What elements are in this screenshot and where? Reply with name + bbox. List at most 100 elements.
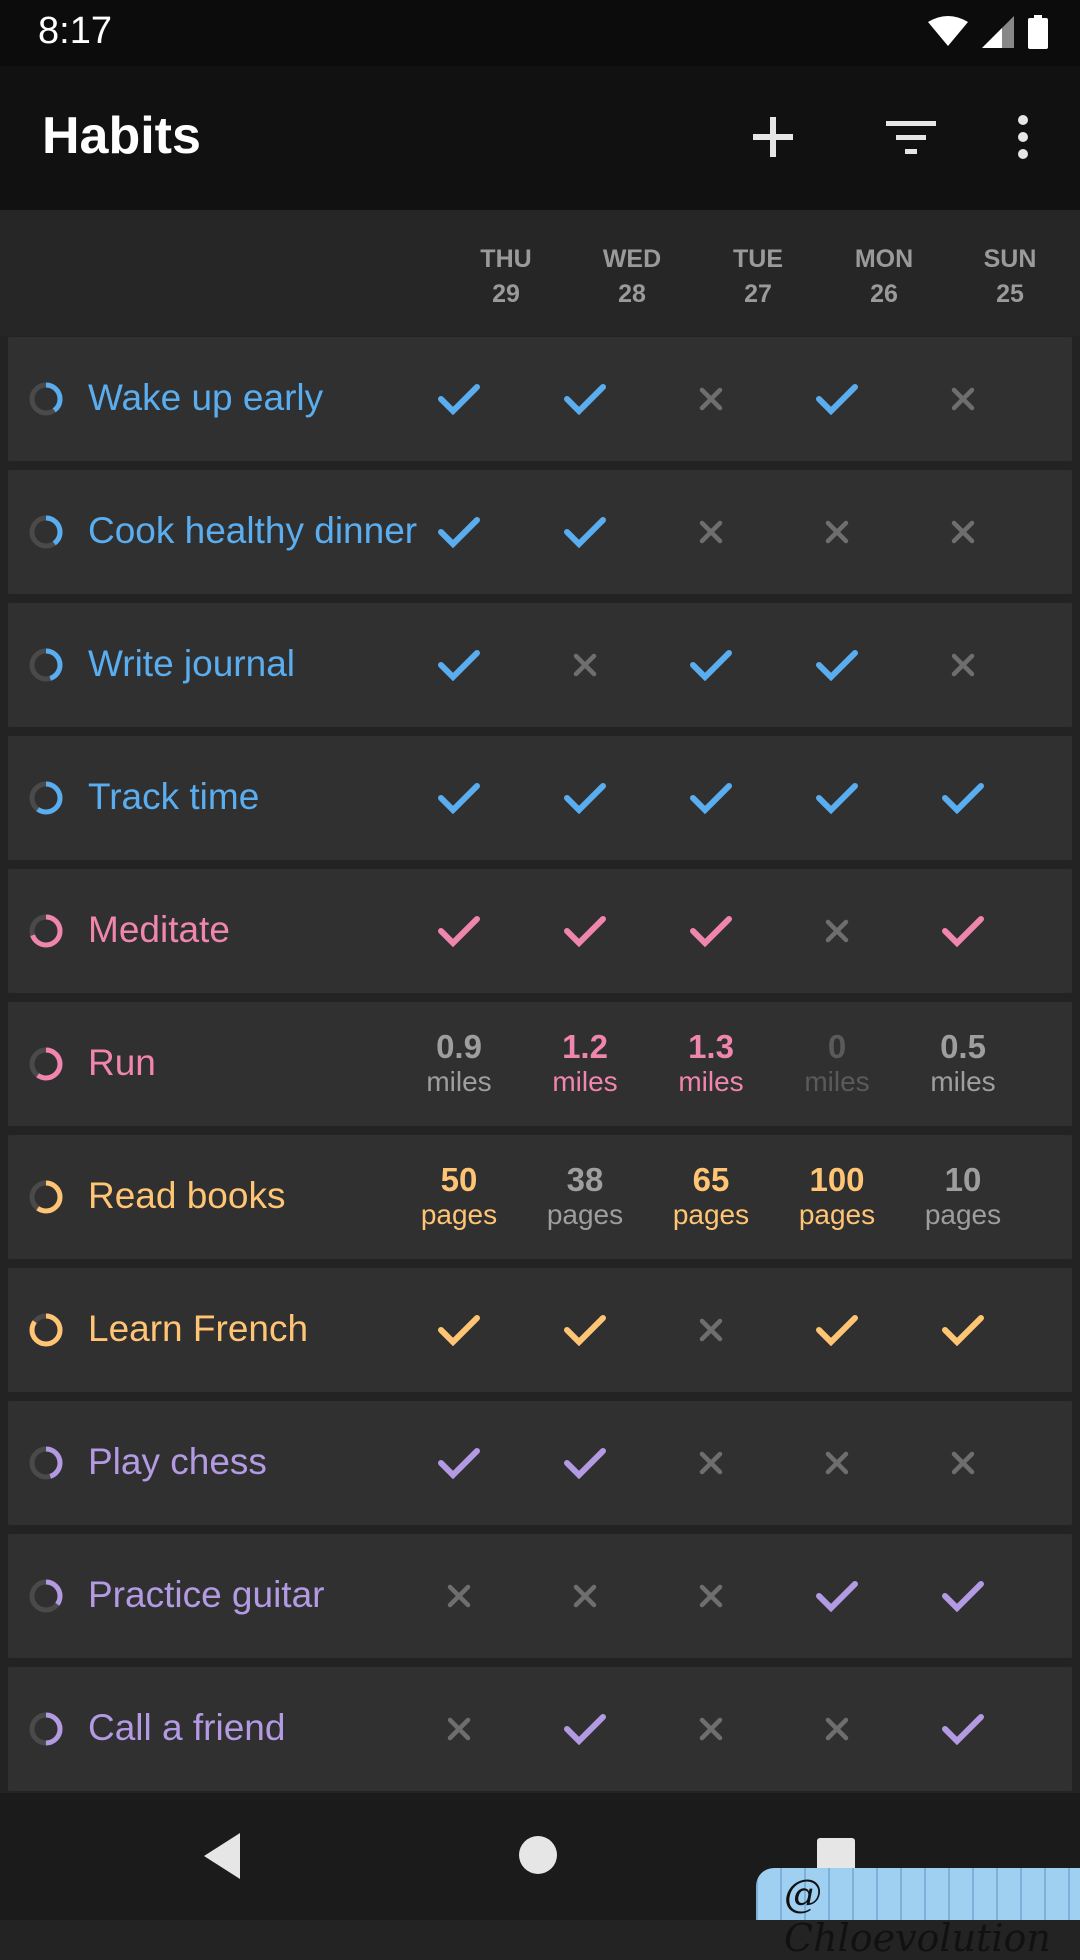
check-icon (438, 1315, 480, 1346)
more-options-button[interactable] (988, 102, 1058, 172)
habit-day-cell[interactable] (908, 1423, 1018, 1503)
day-header-row: THU 29 WED 28 TUE 27 MON 26 SUN 25 (0, 210, 1080, 336)
habit-day-cell[interactable] (530, 891, 640, 971)
habit-day-cell[interactable] (656, 1689, 766, 1769)
habit-name: Meditate (88, 909, 230, 950)
habit-day-cell[interactable]: 0 miles (782, 1024, 892, 1104)
check-icon (816, 384, 858, 415)
habit-day-cell[interactable] (404, 1556, 514, 1636)
habit-day-cell[interactable] (782, 1423, 892, 1503)
habit-day-cell[interactable] (656, 1556, 766, 1636)
habit-day-cell[interactable] (530, 359, 640, 439)
habit-day-cell[interactable] (782, 891, 892, 971)
check-icon (564, 1448, 606, 1479)
habit-day-cell[interactable] (404, 359, 514, 439)
habit-day-cell[interactable] (908, 359, 1018, 439)
habit-day-cell[interactable] (404, 1290, 514, 1370)
habit-day-cell[interactable]: 1.2 miles (530, 1024, 640, 1104)
habit-day-cell[interactable] (530, 625, 640, 705)
habit-row[interactable]: Wake up early (8, 337, 1072, 461)
habit-day-cell[interactable] (530, 1556, 640, 1636)
habit-row[interactable]: Practice guitar (8, 1534, 1072, 1658)
habit-day-cell[interactable] (908, 758, 1018, 838)
cross-icon (951, 1451, 975, 1475)
back-button[interactable] (200, 1831, 270, 1891)
filter-icon (886, 121, 936, 154)
check-icon (438, 517, 480, 548)
cross-icon (573, 1584, 597, 1608)
habit-day-cell[interactable]: 0.9 miles (404, 1024, 514, 1104)
habit-day-cell[interactable]: 38 pages (530, 1157, 640, 1237)
habit-day-cell[interactable]: 10 pages (908, 1157, 1018, 1237)
habit-day-cell[interactable] (656, 1423, 766, 1503)
habit-day-cell[interactable] (656, 492, 766, 572)
day-header: MON 26 (829, 242, 939, 312)
habit-name: Cook healthy dinner (88, 510, 418, 551)
habit-day-cell[interactable]: 1.3 miles (656, 1024, 766, 1104)
habit-row[interactable]: Write journal (8, 603, 1072, 727)
habit-day-cell[interactable] (782, 1556, 892, 1636)
habit-day-cell[interactable] (404, 625, 514, 705)
habit-day-cell[interactable] (908, 1689, 1018, 1769)
cross-icon (951, 387, 975, 411)
habit-day-cell[interactable] (908, 492, 1018, 572)
home-button[interactable] (518, 1835, 562, 1879)
check-icon (816, 1581, 858, 1612)
habit-day-cell[interactable] (404, 1689, 514, 1769)
habit-day-cell[interactable] (656, 891, 766, 971)
day-date: 27 (744, 280, 772, 308)
habit-day-cell[interactable]: 50 pages (404, 1157, 514, 1237)
habit-row[interactable]: Learn French (8, 1268, 1072, 1392)
habit-day-cell[interactable] (530, 1689, 640, 1769)
habit-day-cell[interactable] (404, 1423, 514, 1503)
habit-day-cell[interactable] (404, 492, 514, 572)
habit-day-cell[interactable] (656, 758, 766, 838)
filter-button[interactable] (876, 102, 946, 172)
habit-name: Learn French (88, 1308, 309, 1349)
check-icon (942, 783, 984, 814)
habit-day-cell[interactable] (530, 492, 640, 572)
habit-row[interactable]: Play chess (8, 1401, 1072, 1525)
score-ring-icon (29, 382, 63, 416)
habit-row[interactable]: Run 0.9 miles 1.2 miles 1.3 miles 0 miles 0.5 mile… (8, 1002, 1072, 1126)
cell-value: 10 (944, 1161, 982, 1198)
habit-day-cell[interactable] (908, 1556, 1018, 1636)
cell-value: 0.5 (940, 1028, 986, 1065)
habit-day-cell[interactable]: 100 pages (782, 1157, 892, 1237)
habit-day-cell[interactable] (530, 758, 640, 838)
habit-day-cell[interactable] (530, 1290, 640, 1370)
habit-day-cell[interactable] (782, 758, 892, 838)
habit-row[interactable]: Cook healthy dinner (8, 470, 1072, 594)
habit-day-cell[interactable] (782, 1689, 892, 1769)
battery-icon (1028, 15, 1048, 49)
habit-day-cell[interactable] (908, 891, 1018, 971)
habit-day-cell[interactable] (656, 625, 766, 705)
score-ring-icon (29, 914, 63, 948)
signal-icon (982, 16, 1014, 48)
status-time: 8:17 (38, 10, 112, 52)
habit-day-cell[interactable] (782, 359, 892, 439)
habit-day-cell[interactable] (404, 758, 514, 838)
habit-day-cell[interactable]: 65 pages (656, 1157, 766, 1237)
habit-day-cell[interactable] (782, 625, 892, 705)
habit-day-cell[interactable] (782, 492, 892, 572)
day-header: SUN 25 (955, 242, 1065, 312)
habit-list: Wake up early Cook healthy dinner Write jo… (8, 337, 1072, 1800)
habit-row[interactable]: Read books 50 pages 38 pages 65 pages 100 pages 1… (8, 1135, 1072, 1259)
habit-row[interactable]: Meditate (8, 869, 1072, 993)
habit-day-cell[interactable] (908, 625, 1018, 705)
habit-row[interactable]: Call a friend (8, 1667, 1072, 1791)
check-icon (438, 1448, 480, 1479)
cell-value: 0.9 (436, 1028, 482, 1065)
habit-row[interactable]: Track time (8, 736, 1072, 860)
habit-day-cell[interactable] (908, 1290, 1018, 1370)
habit-day-cell[interactable] (782, 1290, 892, 1370)
habit-day-cell[interactable]: 0.5 miles (908, 1024, 1018, 1104)
cross-icon (825, 919, 849, 943)
habit-day-cell[interactable] (656, 359, 766, 439)
habit-day-cell[interactable] (656, 1290, 766, 1370)
add-habit-button[interactable] (738, 102, 808, 172)
cell-value: 38 (566, 1161, 604, 1198)
habit-day-cell[interactable] (404, 891, 514, 971)
habit-day-cell[interactable] (530, 1423, 640, 1503)
